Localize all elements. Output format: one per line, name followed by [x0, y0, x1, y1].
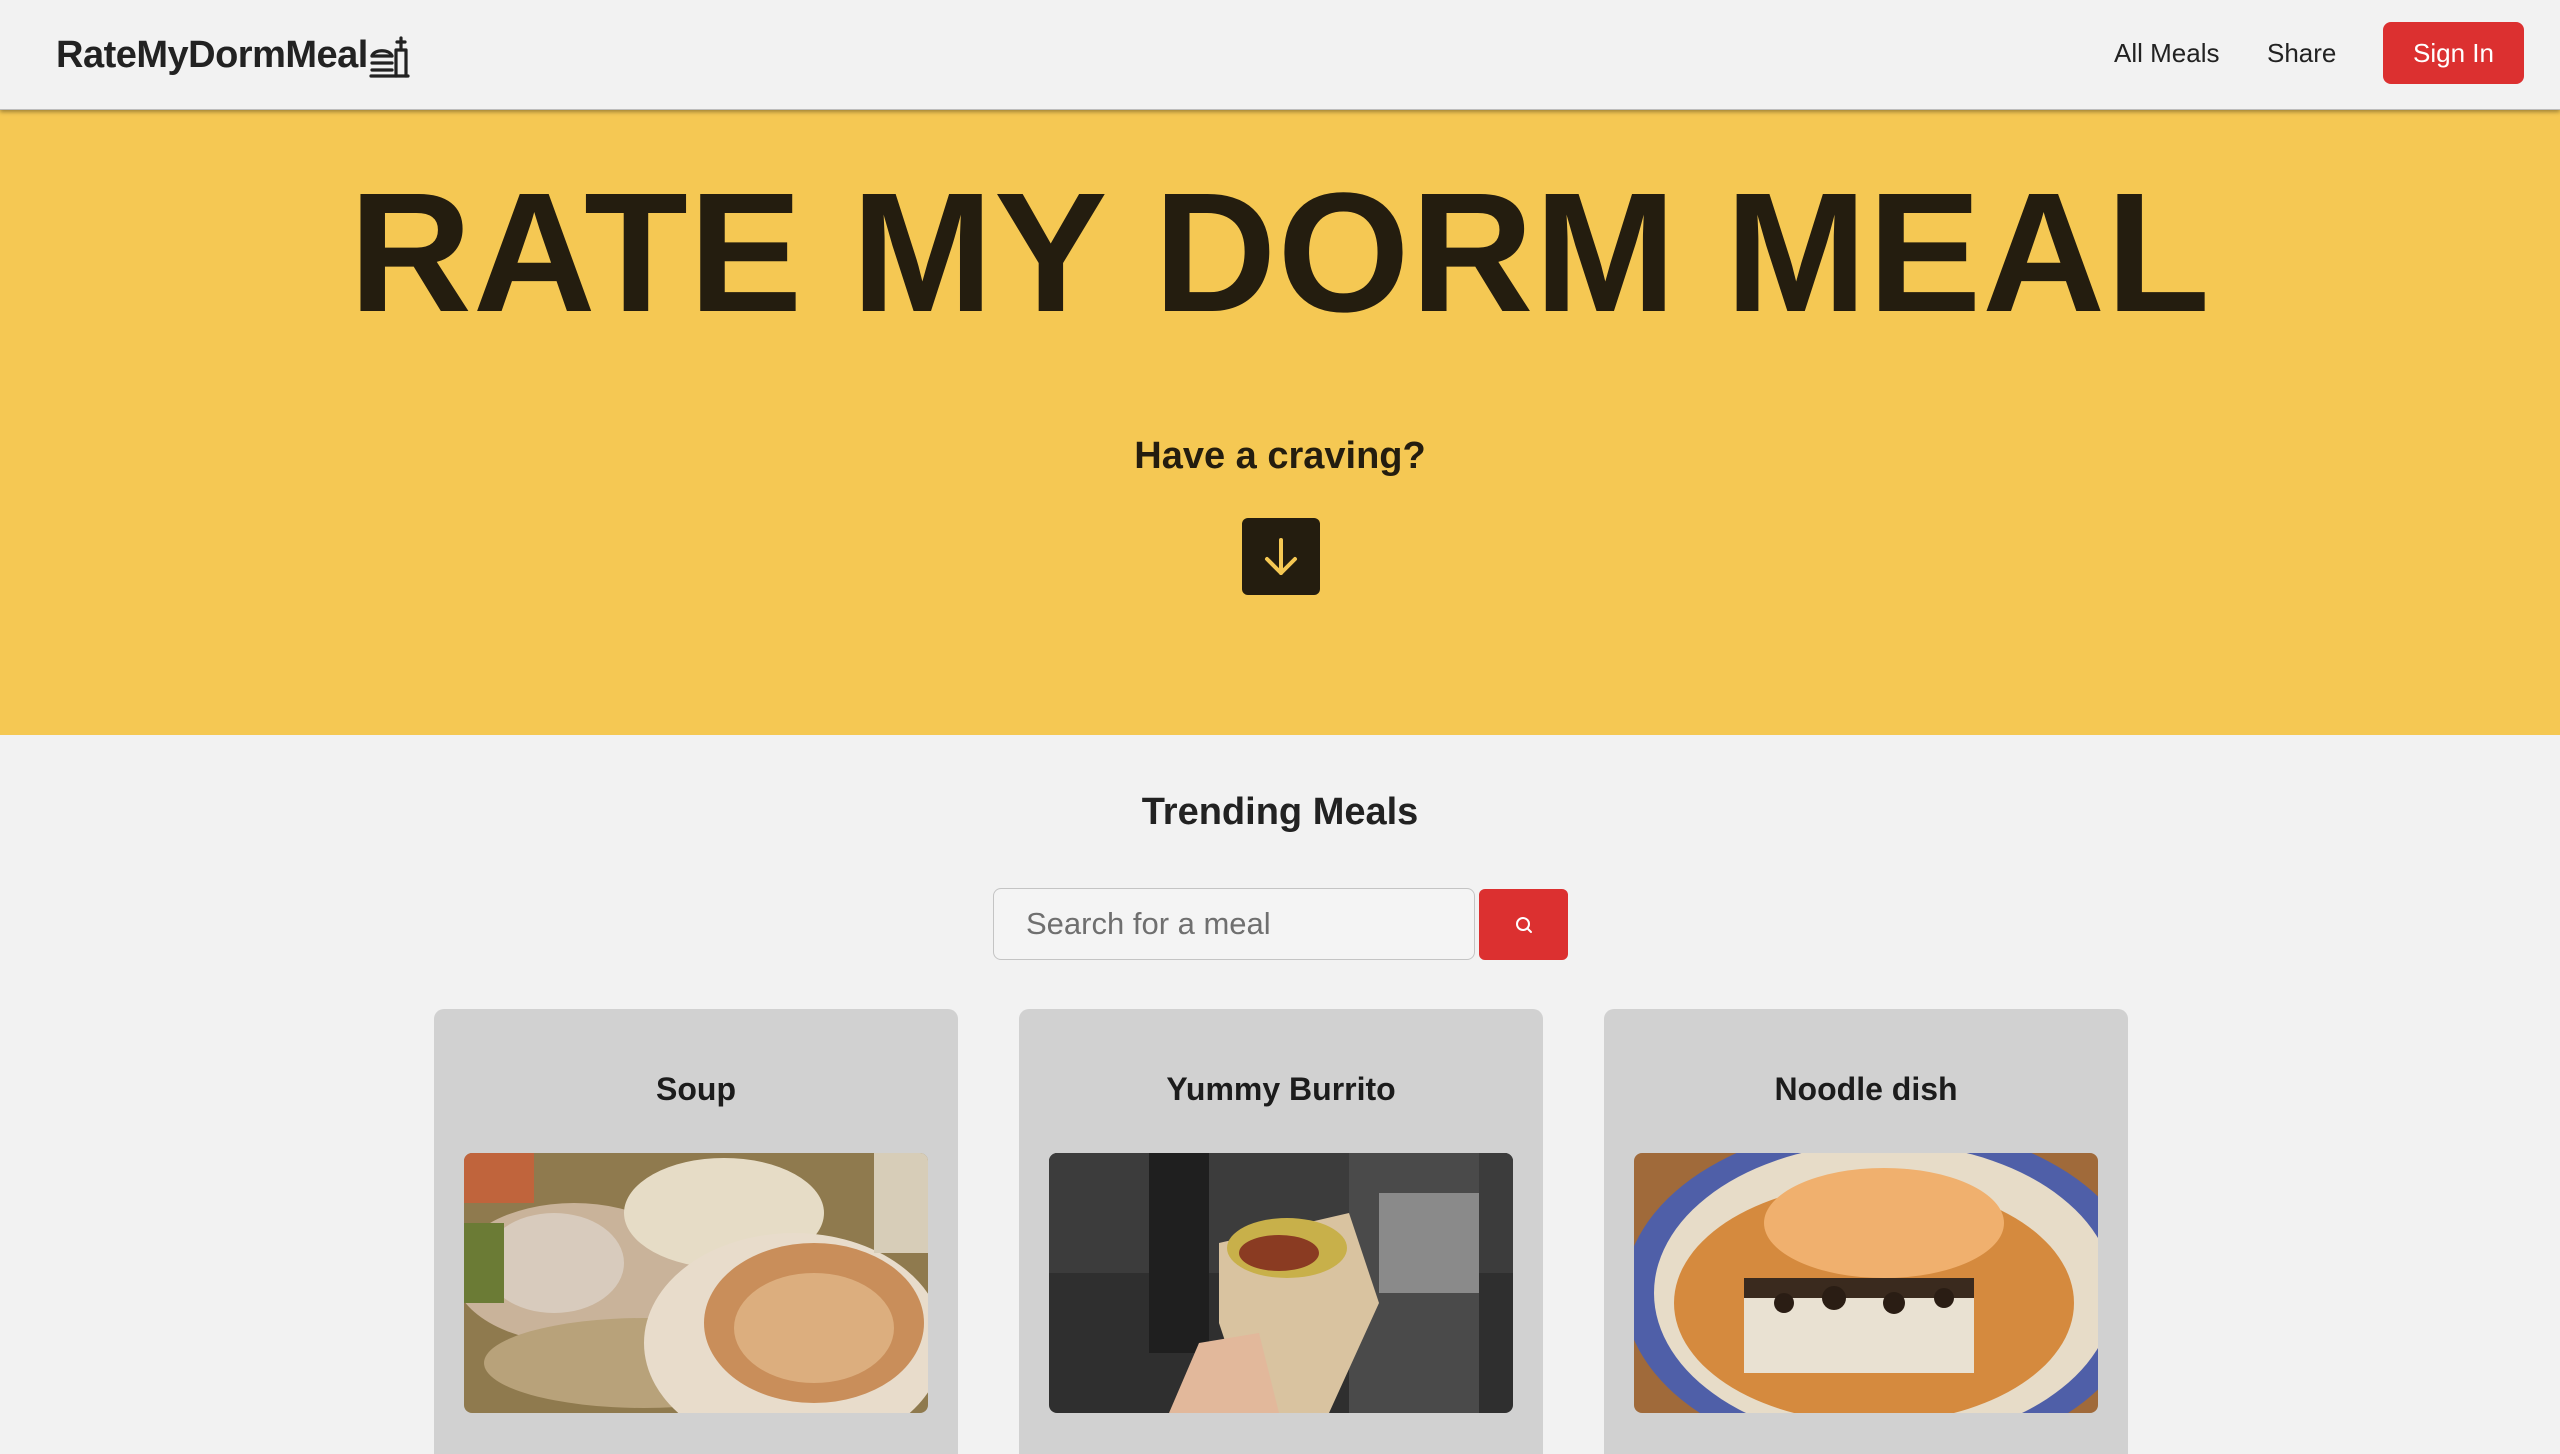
meal-card[interactable]: Soup: [434, 1009, 958, 1454]
meal-card[interactable]: Noodle dish: [1604, 1009, 2128, 1454]
hero-title: RATE MY DORM MEAL: [349, 158, 2211, 348]
hero-section: RATE MY DORM MEAL Have a craving?: [0, 110, 2560, 735]
nav-share[interactable]: Share: [2267, 36, 2336, 70]
meal-image: [1634, 1153, 2098, 1413]
food-bowl-icon: [369, 36, 410, 78]
navbar: RateMyDormMeal All Meals Share Sign In: [0, 0, 2560, 110]
meal-image: [1049, 1153, 1513, 1413]
meal-title: Soup: [656, 1071, 736, 1107]
nav-all-meals[interactable]: All Meals: [2114, 36, 2219, 70]
hero-subtitle: Have a craving?: [1134, 435, 1426, 477]
sign-in-button[interactable]: Sign In: [2383, 22, 2524, 84]
trending-title: Trending Meals: [1141, 791, 1419, 833]
brand-logo[interactable]: RateMyDormMeal: [56, 30, 412, 80]
scroll-down-button[interactable]: [1242, 518, 1320, 595]
search-input[interactable]: [993, 888, 1475, 960]
arrow-down-icon: [1265, 537, 1297, 575]
brand-name: RateMyDormMeal: [56, 34, 368, 76]
meal-title: Yummy Burrito: [1166, 1071, 1396, 1107]
meal-card[interactable]: Yummy Burrito: [1019, 1009, 1543, 1454]
search-button[interactable]: [1479, 889, 1568, 960]
meal-title: Noodle dish: [1774, 1071, 1958, 1107]
meal-image: [464, 1153, 928, 1413]
search-icon: [1515, 916, 1532, 933]
